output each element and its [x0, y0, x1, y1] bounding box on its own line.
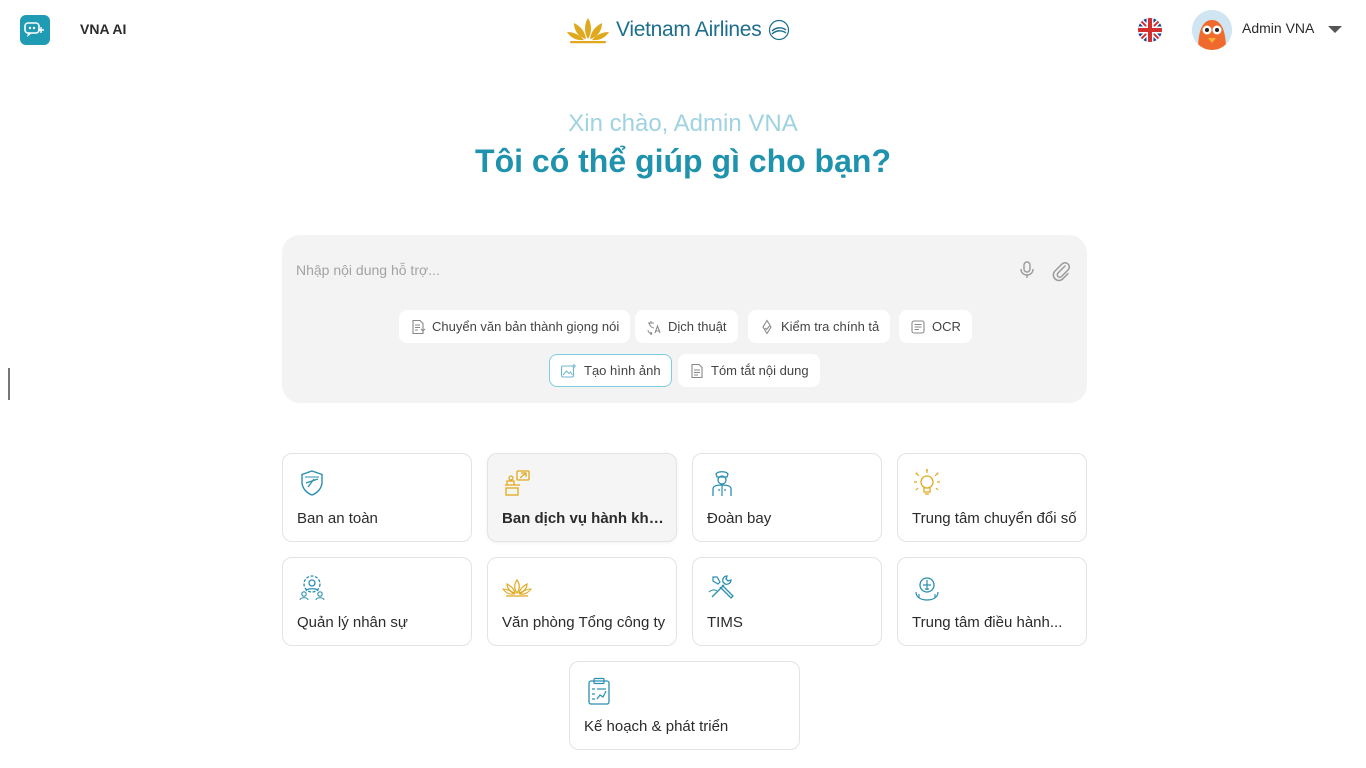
- avatar[interactable]: [1192, 10, 1232, 50]
- text-to-speech-icon: [412, 319, 426, 334]
- department-label: Ban an toàn: [297, 510, 378, 527]
- chevron-down-icon[interactable]: [1328, 26, 1342, 33]
- translate-icon: [647, 320, 661, 335]
- department-card-ke-hoach-phat-trien[interactable]: Kế hoạch & phát triển: [569, 661, 800, 750]
- department-card-tims[interactable]: TIMS: [692, 557, 882, 646]
- passenger-service-icon: [505, 470, 530, 496]
- prompt-box: Chuyển văn bản thành giọng nói Dịch thuậ…: [282, 235, 1087, 403]
- lotus-icon: [502, 578, 532, 597]
- uk-flag-icon[interactable]: [1138, 18, 1162, 42]
- skyteam-icon: [769, 19, 790, 41]
- chip-spell-check[interactable]: Kiểm tra chính tả: [748, 310, 891, 343]
- department-label: Quản lý nhân sự: [297, 614, 408, 631]
- department-label: Văn phòng Tổng công ty: [502, 614, 666, 631]
- top-bar: VNA AI Vietnam Airlines Admin VNA: [0, 0, 1366, 60]
- chip-translate[interactable]: Dịch thuật: [635, 310, 738, 343]
- microphone-icon[interactable]: [1017, 260, 1037, 280]
- tools-icon: [708, 575, 734, 599]
- department-card-ban-an-toan[interactable]: Ban an toàn: [282, 453, 472, 542]
- summary-icon: [691, 363, 703, 378]
- department-card-trung-tam-dieu-hanh[interactable]: Trung tâm điều hành...: [897, 557, 1087, 646]
- department-label: Trung tâm chuyển đổi số: [912, 510, 1077, 527]
- chip-image-generate[interactable]: Tạo hình ảnh: [549, 354, 672, 387]
- department-card-doan-bay[interactable]: Đoàn bay: [692, 453, 882, 542]
- app-logo-icon[interactable]: [20, 15, 50, 45]
- hr-gear-icon: [299, 575, 325, 601]
- text-cursor-marker: [8, 368, 10, 400]
- digital-bulb-icon: [914, 469, 940, 495]
- chip-label: Kiểm tra chính tả: [781, 319, 880, 334]
- ocr-icon: [911, 319, 925, 334]
- app-name[interactable]: VNA AI: [80, 21, 126, 37]
- department-card-trung-tam-chuyen-doi-so[interactable]: Trung tâm chuyển đổi số: [897, 453, 1087, 542]
- department-label: Ban dịch vụ hành khách: [502, 510, 667, 527]
- user-name[interactable]: Admin VNA: [1242, 20, 1314, 36]
- department-card-van-phong-tong-cong-ty[interactable]: Văn phòng Tổng công ty: [487, 557, 677, 646]
- pilot-icon: [712, 471, 732, 496]
- chip-summary[interactable]: Tóm tắt nội dung: [678, 354, 820, 387]
- chip-ocr[interactable]: OCR: [899, 310, 972, 343]
- department-card-ban-dich-vu-hanh-khach[interactable]: Ban dịch vụ hành khách: [487, 453, 677, 542]
- spell-check-icon: [762, 318, 772, 335]
- chip-label: Tóm tắt nội dung: [711, 363, 809, 378]
- vietnam-airlines-logo: Vietnam Airlines: [566, 12, 791, 48]
- lotus-logo-icon: [567, 18, 609, 44]
- department-label: Trung tâm điều hành...: [912, 614, 1063, 631]
- shield-icon: [301, 470, 323, 496]
- chip-label: Chuyển văn bản thành giọng nói: [432, 319, 620, 334]
- chip-label: OCR: [932, 319, 961, 334]
- prompt-input[interactable]: [296, 253, 996, 287]
- image-generate-icon: [560, 363, 576, 378]
- brand-name: Vietnam Airlines: [616, 18, 762, 41]
- page-title: Tôi có thể giúp gì cho bạn?: [475, 143, 891, 179]
- department-card-quan-ly-nhan-su[interactable]: Quản lý nhân sự: [282, 557, 472, 646]
- department-label: Đoàn bay: [707, 510, 772, 527]
- greeting-text: Xin chào, Admin VNA: [568, 110, 798, 137]
- chip-label: Dịch thuật: [668, 319, 727, 334]
- chip-label: Tạo hình ảnh: [584, 363, 661, 378]
- chip-text-to-speech[interactable]: Chuyển văn bản thành giọng nói: [399, 310, 631, 343]
- department-label: Kế hoạch & phát triển: [584, 718, 729, 735]
- department-label: TIMS: [707, 614, 743, 631]
- control-tower-icon: [915, 577, 939, 601]
- attachment-icon[interactable]: [1050, 260, 1072, 282]
- clipboard-chart-icon: [588, 677, 610, 705]
